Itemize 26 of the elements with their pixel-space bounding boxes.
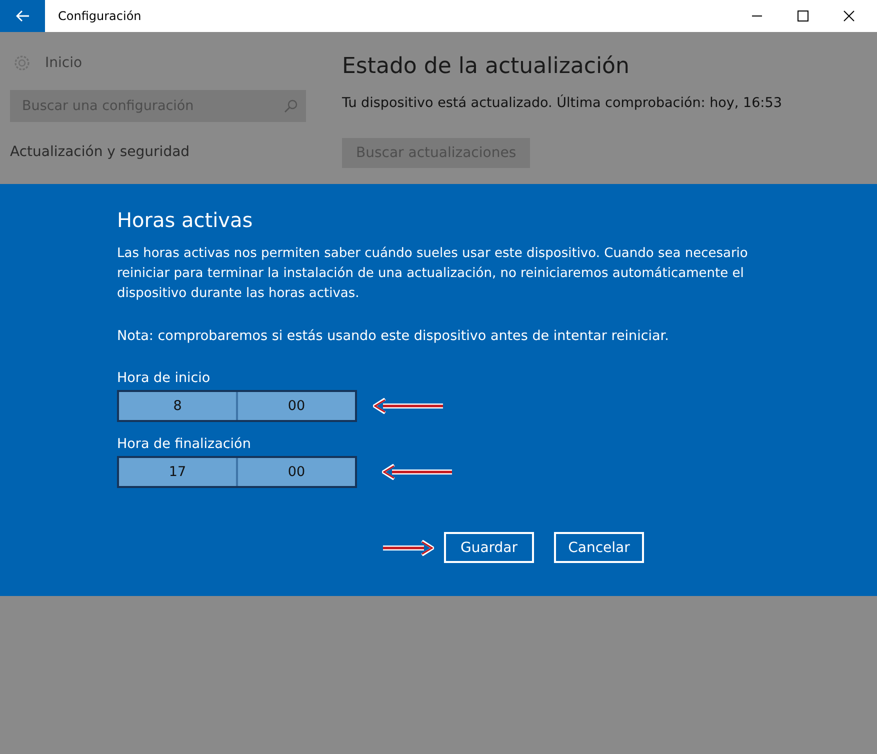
back-arrow-icon — [16, 10, 30, 22]
sidebar-section-title: Actualización y seguridad — [10, 144, 191, 160]
hour-value[interactable]: 8 — [119, 392, 236, 420]
time-picker[interactable]: 8 00 — [117, 390, 357, 422]
left-arrow-icon — [382, 464, 454, 480]
search-icon — [284, 99, 298, 113]
close-icon[interactable] — [843, 10, 855, 22]
minute-value[interactable]: 00 — [236, 392, 355, 420]
window-title: Configuración — [58, 9, 142, 23]
back-button[interactable] — [0, 0, 45, 32]
right-arrow-icon — [382, 540, 434, 556]
status-text: Tu dispositivo está actualizado. Última comprobación: hoy, 16:53 — [342, 95, 782, 111]
dialog-description: Las horas activas nos permiten saber cuándo sueles usar este dispositivo. Cuando sea necesario reiniciar para terminar la instalación de una actualización, no reiniciaremos automáticamente el dispositivo durante las horas activas. — [117, 245, 749, 303]
gear-icon — [13, 54, 31, 72]
minute-value[interactable]: 00 — [236, 458, 355, 486]
page-heading: Estado de la actualización — [342, 54, 630, 79]
field-label: Hora de inicio — [117, 370, 212, 386]
dialog-note: Nota: comprobaremos si estás usando este dispositivo antes de intentar reiniciar. — [117, 328, 670, 344]
maximize-icon[interactable] — [797, 10, 809, 22]
hour-value[interactable]: 17 — [119, 458, 236, 486]
save-button[interactable]: Guardar — [444, 532, 534, 563]
left-arrow-icon — [373, 398, 445, 414]
field-label: Hora de finalización — [117, 436, 252, 452]
dialog-title: Horas activas — [117, 208, 254, 232]
time-picker[interactable]: 17 00 — [117, 456, 357, 488]
cancel-button[interactable]: Cancelar — [554, 532, 644, 563]
